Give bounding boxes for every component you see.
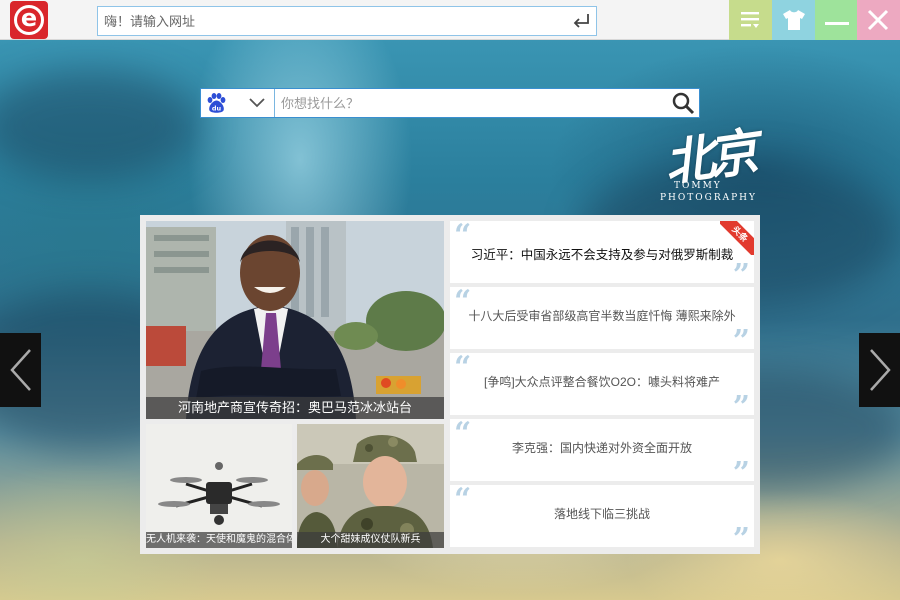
soldiers-photo[interactable]: 大个甜妹成仪仗队新兵 [297, 424, 444, 548]
news-title: 习近平：中国永远不会支持及参与对俄罗斯制裁 [470, 248, 734, 262]
minimize-button[interactable] [815, 0, 858, 40]
previous-page-button[interactable] [0, 333, 41, 407]
minimize-icon [825, 22, 849, 25]
featured-photo[interactable]: 河南地产商宣传奇招：奥巴马范冰冰站台 [146, 221, 444, 419]
chevron-right-icon [870, 349, 891, 391]
search-input[interactable] [277, 89, 667, 117]
chevron-left-icon [10, 349, 31, 391]
drone-image [146, 424, 292, 548]
calligraphy-line2: PHOTOGRAPHY [660, 193, 757, 203]
enter-icon[interactable] [570, 11, 592, 31]
news-title: 落地线下临三挑战 [553, 507, 650, 521]
chevron-down-icon [249, 98, 265, 108]
soldiers-image [297, 424, 444, 548]
search-icon[interactable] [671, 91, 695, 115]
drone-caption: 无人机来袭：天使和魔鬼的混合体 [146, 532, 292, 548]
top-bar: e [0, 0, 900, 40]
news-title: 李克强：国内快递对外资全面开放 [511, 441, 692, 455]
beijing-calligraphy: 北京 TOMMY PHOTOGRAPHY [660, 118, 790, 208]
news-title: [争鸣]大众点评整合餐饮O2O：噱头料将难产 [483, 375, 720, 389]
news-title: 十八大后受审省部级高官半数当庭忏悔 薄熙来除外 [468, 309, 736, 323]
search-engine-selector[interactable]: du [201, 89, 275, 117]
news-item[interactable]: “ 落地线下临三挑战 ” [450, 485, 754, 555]
headline-badge-label: 头条 [720, 221, 754, 255]
menu-icon [741, 12, 759, 28]
news-panel: 河南地产商宣传奇招：奥巴马范冰冰站台 无人机来袭：天使和魔鬼的混合体 大个甜妹成… [140, 215, 760, 555]
drone-photo[interactable]: 无人机来袭：天使和魔鬼的混合体 [146, 424, 292, 548]
tshirt-icon [783, 10, 805, 30]
close-button[interactable] [857, 0, 900, 40]
browser-logo[interactable]: e [10, 1, 48, 39]
featured-caption: 河南地产商宣传奇招：奥巴马范冰冰站台 [146, 397, 444, 419]
close-icon [867, 9, 889, 31]
featured-image [146, 221, 444, 419]
svg-text:du: du [212, 105, 222, 113]
soldiers-caption: 大个甜妹成仪仗队新兵 [297, 532, 444, 548]
quote-close-icon: ” [732, 522, 750, 557]
baidu-icon: du [207, 93, 226, 113]
skin-button[interactable] [772, 0, 815, 40]
cloud [0, 70, 200, 180]
calligraphy-line1: TOMMY [674, 181, 722, 191]
logo-letter: e [20, 4, 38, 32]
news-item[interactable]: “ 李克强：国内快递对外资全面开放 ” [450, 419, 754, 489]
address-bar[interactable] [97, 6, 597, 36]
url-input[interactable] [98, 7, 558, 35]
search-box: du [200, 88, 700, 118]
next-page-button[interactable] [859, 333, 900, 407]
news-item[interactable]: “ 十八大后受审省部级高官半数当庭忏悔 薄熙来除外 ” [450, 287, 754, 357]
headline-badge: 头条 [720, 221, 754, 255]
news-item[interactable]: “ [争鸣]大众点评整合餐饮O2O：噱头料将难产 ” [450, 353, 754, 423]
menu-button[interactable] [729, 0, 772, 40]
news-item[interactable]: “ 习近平：中国永远不会支持及参与对俄罗斯制裁 ” 头条 [450, 221, 754, 291]
